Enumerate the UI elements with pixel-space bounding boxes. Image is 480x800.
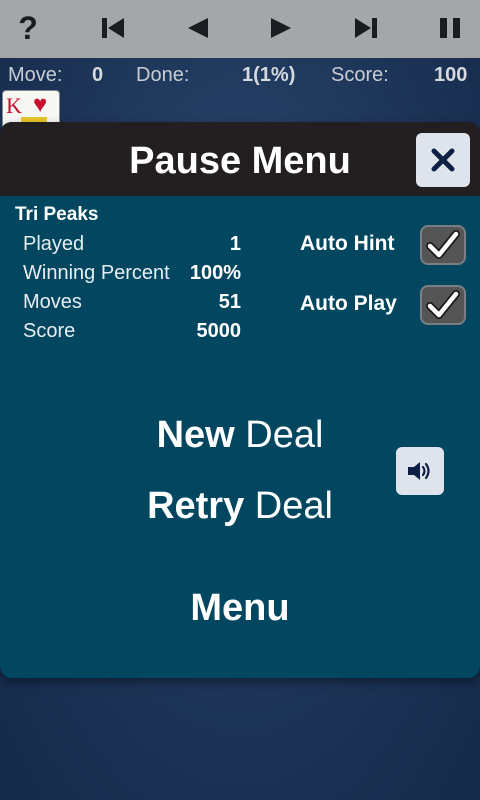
stat-label: Winning Percent: [23, 262, 170, 284]
move-value: 0: [92, 64, 104, 86]
game-name: Tri Peaks: [15, 204, 99, 225]
close-icon: [431, 148, 455, 172]
skip-to-end-icon: [355, 18, 377, 38]
checkmark-icon: [426, 230, 460, 259]
close-button[interactable]: [416, 133, 470, 187]
step-back-icon: [188, 18, 208, 38]
stats-bar: Move: 0 Done: 1(1%) Score: 100: [0, 58, 480, 92]
stat-value: 51: [218, 291, 241, 313]
auto-hint-label: Auto Hint: [300, 232, 395, 255]
skip-to-start-icon: [102, 18, 124, 38]
new-deal-light: Deal: [234, 414, 324, 456]
stat-row-played: Played 1: [23, 233, 241, 261]
auto-play-label: Auto Play: [300, 292, 397, 315]
move-label: Move:: [8, 64, 63, 86]
stat-row-winning-percent: Winning Percent 100%: [23, 262, 241, 290]
checkmark-icon: [426, 290, 460, 319]
retry-deal-light: Deal: [244, 485, 333, 527]
stat-row-moves: Moves 51: [23, 291, 241, 319]
speaker-icon: [408, 462, 430, 480]
menu-button[interactable]: Menu: [0, 587, 480, 630]
stat-value: 100%: [189, 262, 241, 284]
pause-menu-dialog: Pause Menu Tri Peaks Played 1 Winning Pe…: [0, 122, 480, 678]
score-label: Score:: [331, 64, 389, 86]
skip-to-start-button[interactable]: [91, 8, 135, 48]
stat-value: 1: [229, 233, 241, 255]
done-label: Done:: [136, 64, 190, 86]
step-forward-icon: [271, 18, 291, 38]
stat-row-score: Score 5000: [23, 320, 241, 348]
stat-value: 5000: [196, 320, 242, 342]
stat-label: Played: [23, 233, 85, 255]
new-deal-bold: New: [156, 414, 235, 456]
retry-deal-button[interactable]: Retry Deal: [0, 485, 480, 528]
stat-label: Score: [23, 320, 76, 342]
pause-button[interactable]: [428, 8, 472, 48]
dialog-title: Pause Menu: [129, 140, 351, 182]
auto-hint-checkbox[interactable]: [420, 225, 466, 265]
dialog-header: Pause Menu: [0, 122, 480, 196]
score-value: 100: [434, 64, 468, 86]
step-back-button[interactable]: [176, 8, 220, 48]
skip-to-end-button[interactable]: [344, 8, 388, 48]
retry-deal-bold: Retry: [147, 485, 245, 527]
done-value: 1(1%): [242, 64, 296, 86]
auto-play-checkbox[interactable]: [420, 285, 466, 325]
help-icon: ?: [18, 9, 38, 46]
menu-label: Menu: [190, 587, 290, 629]
heart-icon: ♥: [33, 91, 48, 118]
stat-label: Moves: [23, 291, 82, 313]
top-toolbar: ?: [0, 0, 480, 58]
pause-icon: [440, 18, 460, 38]
step-forward-button[interactable]: [259, 8, 303, 48]
help-button[interactable]: ?: [6, 8, 50, 48]
card-rank: K: [6, 93, 22, 118]
